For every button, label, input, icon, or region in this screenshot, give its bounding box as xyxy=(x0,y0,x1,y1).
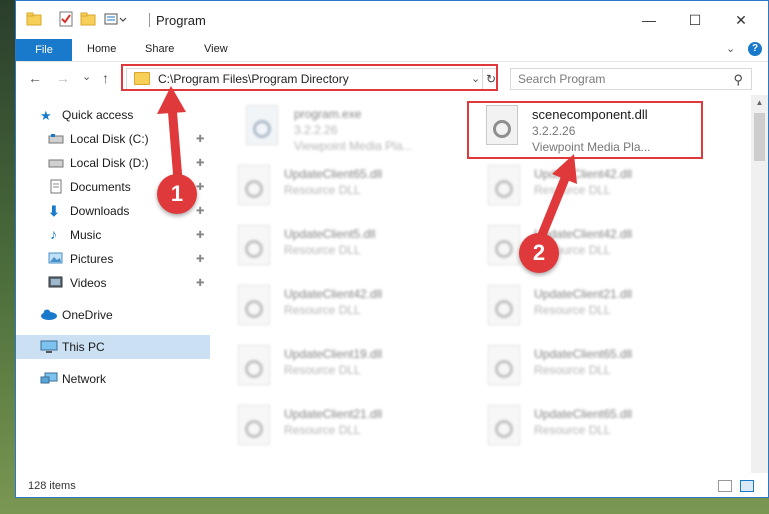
arrow-to-file xyxy=(535,154,577,245)
step-1-badge: 1 xyxy=(157,174,197,214)
step-2-badge: 2 xyxy=(519,233,559,273)
annotation-arrows xyxy=(157,86,577,245)
arrow-to-address-bar xyxy=(157,86,186,185)
